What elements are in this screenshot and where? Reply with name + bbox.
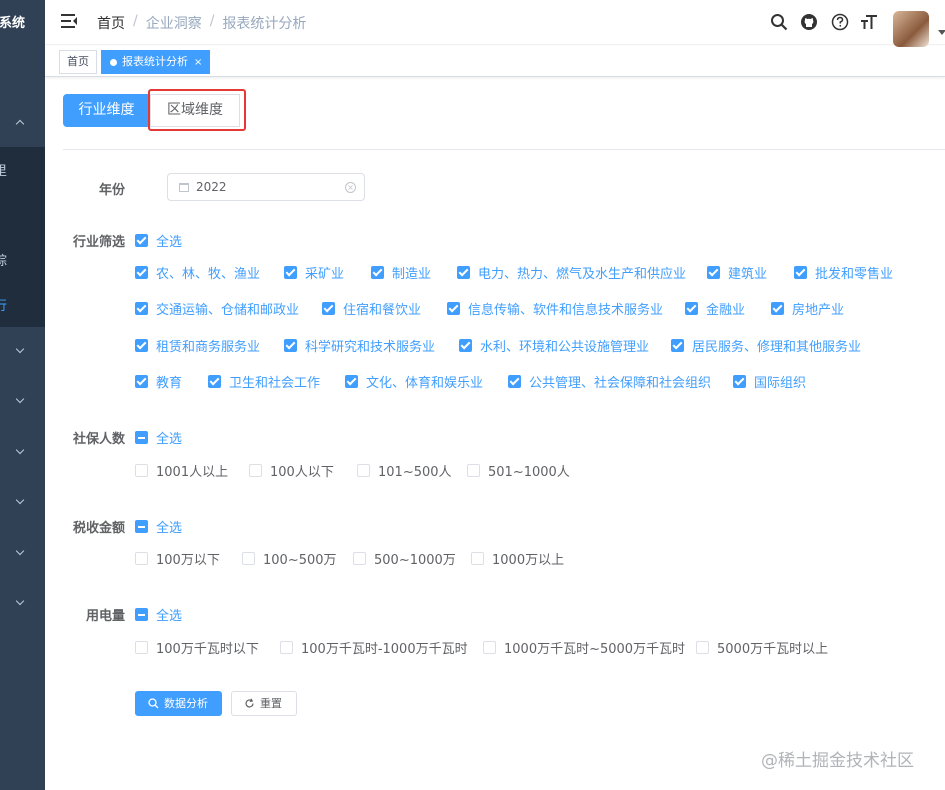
industry-option[interactable]: 租赁和商务服务业	[135, 336, 260, 355]
search-icon	[148, 698, 159, 709]
tag-report[interactable]: 报表统计分析 ×	[101, 50, 211, 74]
reset-button[interactable]: 重置	[231, 691, 297, 716]
chevron-down-icon[interactable]	[15, 394, 25, 404]
year-picker[interactable]: 2022 ×	[167, 173, 365, 201]
social-security-label: 社保人数	[72, 432, 125, 447]
industry-option[interactable]: 交通运输、仓储和邮政业	[135, 299, 299, 318]
power-option[interactable]: 1000万千瓦时~5000万千瓦时	[483, 638, 685, 657]
help-icon[interactable]	[831, 13, 849, 31]
tags-view: 首页 报表统计分析 ×	[45, 46, 945, 77]
industry-option[interactable]: 教育	[135, 372, 182, 391]
tax-option[interactable]: 100~500万	[242, 549, 337, 568]
breadcrumb-insight: 企业洞察	[145, 16, 202, 32]
breadcrumb-separator: /	[209, 13, 215, 29]
github-icon[interactable]	[800, 13, 818, 31]
chevron-down-icon[interactable]	[15, 596, 25, 606]
sidebar-item-analysis[interactable]: 行	[0, 295, 7, 314]
tax-option[interactable]: 100万以下	[135, 549, 220, 568]
watermark: @稀土掘金技术社区	[761, 751, 914, 771]
industry-option[interactable]: 农、林、牧、渔业	[135, 263, 260, 282]
industry-option[interactable]: 水利、环境和公共设施管理业	[459, 336, 649, 355]
breadcrumb: 首页 / 企业洞察 / 报表统计分析	[97, 13, 306, 33]
main-content: 行业维度 区域维度 年份 2022 × 行业筛选 全选 农、林、牧、渔业 采矿业…	[45, 78, 945, 790]
tax-option[interactable]: 500~1000万	[353, 549, 456, 568]
chevron-down-icon[interactable]	[15, 495, 25, 505]
social-security-select-all[interactable]: 全选	[135, 428, 182, 447]
year-label: 年份	[98, 183, 125, 198]
power-option[interactable]: 5000万千瓦时以上	[696, 638, 828, 657]
industry-select-all[interactable]: 全选	[135, 231, 182, 250]
tax-select-all[interactable]: 全选	[135, 517, 182, 536]
chevron-down-icon[interactable]	[15, 546, 25, 556]
power-select-all[interactable]: 全选	[135, 605, 182, 624]
calendar-icon	[179, 183, 189, 192]
analyze-button-label: 数据分析	[164, 697, 208, 710]
year-value: 2022	[196, 180, 227, 194]
breadcrumb-separator: /	[133, 13, 138, 29]
reset-button-label: 重置	[260, 697, 282, 710]
power-label: 用电量	[85, 609, 125, 624]
industry-option[interactable]: 居民服务、修理和其他服务业	[671, 336, 861, 355]
industry-option[interactable]: 卫生和社会工作	[208, 372, 320, 391]
industry-option[interactable]: 房地产业	[771, 299, 844, 318]
app-title: 理系统	[0, 16, 26, 31]
chevron-up-icon[interactable]	[15, 119, 25, 129]
industry-option[interactable]: 国际组织	[733, 372, 806, 391]
industry-option[interactable]: 采矿业	[284, 263, 344, 282]
tab-industry[interactable]: 行业维度	[63, 94, 150, 127]
industry-label: 行业筛选	[72, 235, 125, 250]
tax-option[interactable]: 1000万以上	[471, 549, 564, 568]
navbar: 首页 / 企业洞察 / 报表统计分析	[45, 0, 945, 47]
font-size-icon[interactable]	[860, 13, 878, 31]
industry-option[interactable]: 信息传输、软件和信息技术服务业	[447, 299, 663, 318]
refresh-icon	[245, 698, 254, 708]
highlight-box	[148, 89, 246, 131]
breadcrumb-home[interactable]: 首页	[97, 13, 125, 33]
tax-label: 税收金额	[72, 521, 125, 536]
analyze-button[interactable]: 数据分析	[135, 691, 222, 716]
industry-option[interactable]: 住宿和餐饮业	[322, 299, 421, 318]
industry-option[interactable]: 科学研究和技术服务业	[284, 336, 435, 355]
sidebar-item-management[interactable]: 里	[0, 160, 7, 179]
industry-option[interactable]: 文化、体育和娱乐业	[345, 372, 483, 391]
tag-report-label: 报表统计分析	[122, 55, 188, 68]
power-option[interactable]: 100万千瓦时-1000万千瓦时	[280, 638, 468, 657]
industry-option[interactable]: 电力、热力、燃气及水生产和供应业	[457, 263, 686, 282]
industry-option[interactable]: 建筑业	[707, 263, 767, 282]
industry-option[interactable]: 公共管理、社会保障和社会组织	[508, 372, 711, 391]
sidebar: 理系统 里 综 行	[0, 0, 45, 790]
hamburger-icon[interactable]	[61, 14, 77, 28]
search-icon[interactable]	[770, 13, 788, 31]
caret-down-icon[interactable]	[938, 30, 945, 35]
tag-home[interactable]: 首页	[59, 50, 97, 74]
avatar[interactable]	[893, 11, 929, 47]
industry-option[interactable]: 批发和零售业	[794, 263, 893, 282]
social-security-option[interactable]: 101~500人	[357, 461, 452, 480]
social-security-option[interactable]: 100人以下	[249, 461, 334, 480]
close-icon[interactable]: ×	[194, 57, 202, 68]
industry-option[interactable]: 制造业	[371, 263, 431, 282]
industry-option[interactable]: 金融业	[685, 299, 745, 318]
sidebar-item-overview[interactable]: 综	[0, 250, 7, 269]
breadcrumb-current: 报表统计分析	[222, 16, 307, 32]
divider	[63, 149, 945, 150]
social-security-option[interactable]: 501~1000人	[467, 461, 570, 480]
chevron-down-icon[interactable]	[15, 344, 25, 354]
social-security-option[interactable]: 1001人以上	[135, 461, 228, 480]
power-option[interactable]: 100万千瓦时以下	[135, 638, 259, 657]
clear-icon[interactable]: ×	[345, 182, 356, 193]
chevron-down-icon[interactable]	[15, 445, 25, 455]
